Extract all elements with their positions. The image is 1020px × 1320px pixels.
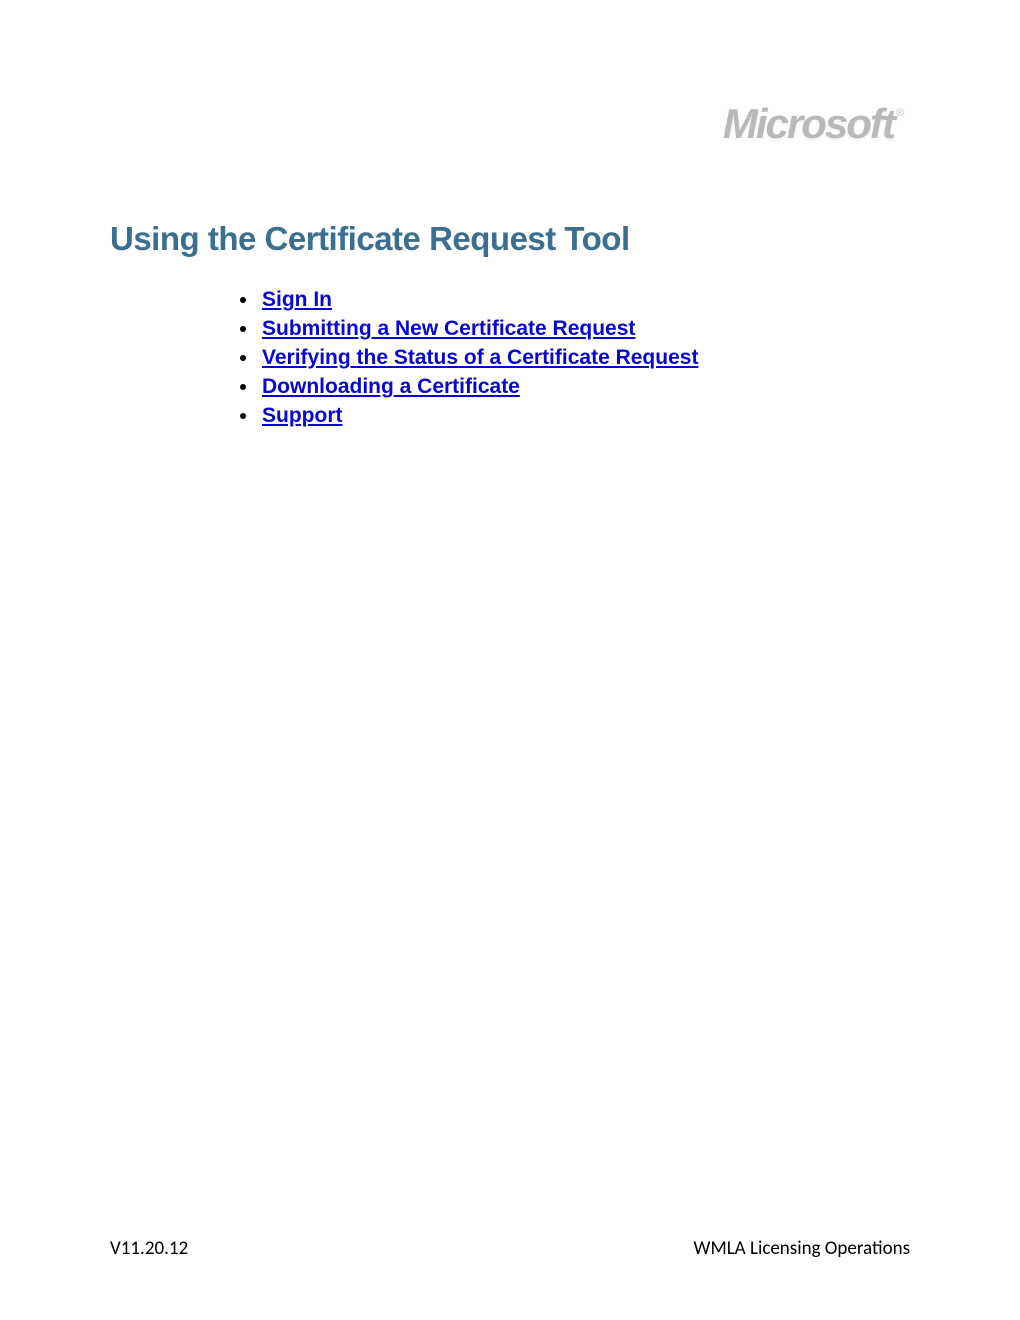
bullet-icon <box>240 384 246 390</box>
bullet-icon <box>240 355 246 361</box>
toc-item: Support <box>240 404 910 428</box>
table-of-contents: Sign In Submitting a New Certificate Req… <box>240 288 910 428</box>
toc-link-download-cert[interactable]: Downloading a Certificate <box>262 375 520 399</box>
toc-link-verify-status[interactable]: Verifying the Status of a Certificate Re… <box>262 346 698 370</box>
page-title: Using the Certificate Request Tool <box>110 220 910 258</box>
registered-mark: ® <box>896 107 902 119</box>
toc-item: Downloading a Certificate <box>240 375 910 399</box>
toc-item: Sign In <box>240 288 910 312</box>
page-footer: V11.20.12 WMLA Licensing Operations <box>110 1237 910 1260</box>
bullet-icon <box>240 297 246 303</box>
logo-text: Microsoft <box>723 100 894 147</box>
toc-link-submit-request[interactable]: Submitting a New Certificate Request <box>262 317 635 341</box>
microsoft-logo: Microsoft® <box>723 100 900 147</box>
toc-item: Submitting a New Certificate Request <box>240 317 910 341</box>
bullet-icon <box>240 326 246 332</box>
bullet-icon <box>240 413 246 419</box>
toc-link-support[interactable]: Support <box>262 404 342 428</box>
footer-org: WMLA Licensing Operations <box>694 1237 910 1260</box>
toc-link-sign-in[interactable]: Sign In <box>262 288 332 312</box>
document-page: Microsoft® Using the Certificate Request… <box>0 0 1020 1320</box>
footer-version: V11.20.12 <box>110 1237 188 1260</box>
logo-container: Microsoft® <box>723 100 900 148</box>
toc-item: Verifying the Status of a Certificate Re… <box>240 346 910 370</box>
